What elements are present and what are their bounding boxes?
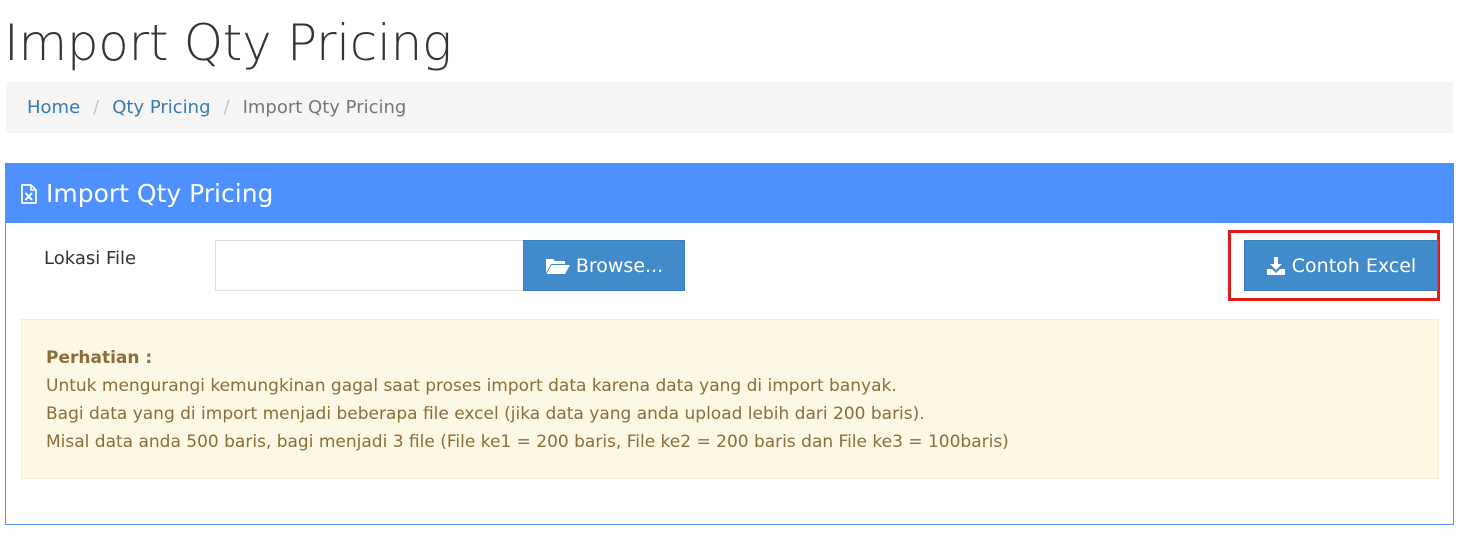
browse-button[interactable]: Browse... [523,240,685,291]
download-sample-excel-button[interactable]: Contoh Excel [1244,240,1438,291]
file-excel-icon [20,183,38,204]
panel-heading: Import Qty Pricing [6,164,1453,223]
notice-title: Perhatian : [46,348,153,368]
notice-line: Bagi data yang di import menjadi beberap… [46,404,925,424]
download-icon [1266,256,1286,276]
breadcrumb-current: Import Qty Pricing [242,97,407,118]
notice-line: Misal data anda 500 baris, bagi menjadi … [46,432,1009,452]
file-location-label: Lokasi File [44,248,137,269]
breadcrumb-qty-pricing-link[interactable]: Qty Pricing [112,97,210,118]
breadcrumb-separator: / [93,97,100,118]
panel-title: Import Qty Pricing [46,179,274,208]
notice-alert: Perhatian : Untuk mengurangi kemungkinan… [21,319,1439,479]
download-button-label: Contoh Excel [1291,254,1417,277]
folder-open-icon [545,257,571,275]
notice-line: Untuk mengurangi kemungkinan gagal saat … [46,376,897,396]
page: Import Qty Pricing Home / Qty Pricing / … [0,0,1462,540]
breadcrumb-home-link[interactable]: Home [27,97,80,118]
page-title: Import Qty Pricing [4,14,452,72]
browse-button-label: Browse... [575,254,664,277]
file-path-input[interactable] [215,240,524,291]
import-panel: Import Qty Pricing Lokasi File Browse... [5,163,1454,525]
breadcrumb-separator: / [223,97,230,118]
breadcrumb: Home / Qty Pricing / Import Qty Pricing [6,82,1453,133]
